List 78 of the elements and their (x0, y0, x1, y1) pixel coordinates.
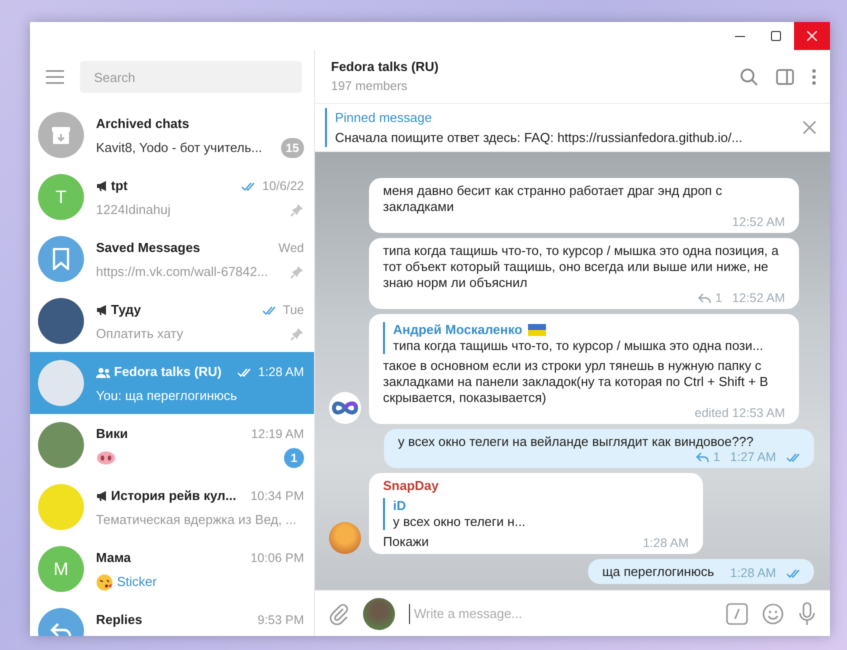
message-time: 12:52 AM (732, 291, 785, 305)
chat-name: Вики (96, 425, 128, 444)
message-text: меня давно бесит как странно работает драг энд дроп с закладками (383, 183, 724, 215)
chat-list-item[interactable]: История рейв кул... 10:34 PM Тематическая вдержка из Вед, ... (30, 476, 314, 538)
chat-preview: Sticker (117, 573, 157, 592)
avatar-letter: T (38, 174, 84, 220)
chat-list-item[interactable]: M Мама 10:06 PM Sticker (30, 538, 314, 600)
chat-name: Replies (96, 611, 142, 630)
chat-name: Archived chats (96, 115, 190, 134)
close-button[interactable] (794, 22, 830, 50)
chat-name: tpt (111, 177, 128, 196)
reply-count: 1 (715, 291, 722, 305)
attach-icon[interactable] (329, 602, 349, 624)
chat-title: Fedora talks (RU) (331, 58, 439, 76)
close-icon (807, 31, 817, 41)
chat-list-item[interactable]: Туду Tue Оплатить хату (30, 290, 314, 352)
chat-preview: Kavit8, Yodo - бот учитель... (96, 139, 262, 158)
sidebar-toggle-icon[interactable] (776, 68, 794, 84)
member-count: 197 members (331, 78, 408, 95)
pinned-label: Pinned message (335, 109, 433, 127)
chat-time: 10/6/22 (262, 178, 304, 195)
reply-quote[interactable]: iD у всех окно телеги н... (383, 498, 689, 530)
chat-name: История рейв кул... (111, 487, 236, 506)
close-icon[interactable] (803, 121, 816, 134)
message-time: 1:27 AM (730, 450, 776, 464)
reply-quote[interactable]: Андрей Москаленко типа когда тащишь что-то, то курсор / мышка это одна пози... (383, 322, 785, 354)
chat-list-item[interactable]: Saved Messages Wed https://m.vk.com/wall-67842... (30, 228, 314, 290)
reply-arrow-icon (698, 292, 712, 304)
avatar-letter: M (38, 546, 84, 592)
chat-time: 1:28 AM (258, 364, 304, 381)
chat-time: Wed (278, 240, 304, 257)
chat-time: 12:19 AM (251, 426, 304, 443)
chat-list-item[interactable]: Replies 9:53 PM (30, 600, 314, 636)
avatar-photo[interactable] (363, 598, 395, 630)
search-field[interactable]: Search (80, 61, 302, 93)
message-text: типа когда тащишь что-то, то курсор / мышка это одна позиция, а тот объект который тащишь, оно всегда или выше или ниже, не знаю норм ли объяснил (383, 243, 780, 291)
reply-text: типа когда тащишь что-то, то курсор / мышка это одна пози... (393, 338, 764, 354)
chat-list-item[interactable]: Archived chats Kavit8, Yodo - бот учитель... 15 (30, 104, 314, 166)
message-text: ща переглогинюсь (602, 564, 714, 580)
message-text: у всех окно телеги на вейланде выглядит как виндовое??? (398, 434, 754, 450)
chat-preview: You: ща переглогинюсь (96, 387, 238, 406)
search-icon[interactable] (740, 68, 758, 86)
commands-icon[interactable] (726, 602, 748, 624)
message-time: 12:52 AM (732, 215, 785, 229)
chat-preview: https://m.vk.com/wall-67842... (96, 263, 268, 282)
message-text: Покажи (383, 534, 429, 550)
reply-author: iD (393, 498, 406, 514)
reply-author: Андрей Москаленко (393, 322, 522, 338)
chat-list-item[interactable]: T tpt 10/6/22 1224Idinahuj (30, 166, 314, 228)
chat-name: Saved Messages (96, 239, 200, 258)
reply-text: у всех окно телеги н... (393, 514, 526, 530)
message-time: 1:28 AM (730, 566, 776, 580)
chat-time: 10:06 PM (250, 550, 304, 567)
emoji-icon[interactable] (762, 602, 784, 624)
pinned-text: Сначала поищите ответ здесь: FAQ: https://russianfedora.github.io/... (335, 128, 744, 147)
reply-arrow-icon (696, 452, 710, 462)
message-text: такое в основном если из строки урл тянешь в нужную папку с закладками на панели закладок(ну та которая по Ctrl + Shift + B скрывается, показывается) (383, 358, 770, 406)
chat-name: Fedora talks (RU) (114, 363, 222, 382)
unread-count-badge: 15 (280, 138, 304, 158)
more-icon[interactable] (812, 68, 816, 84)
message-time: 1:28 AM (642, 536, 689, 550)
message-time: edited 12:53 AM (694, 406, 785, 420)
chat-preview: Оплатить хату (96, 325, 184, 344)
chat-time: 10:34 PM (250, 488, 304, 505)
chat-preview: Тематическая вдержка из Вед, ... (96, 511, 296, 530)
chat-name: Мама (96, 549, 131, 568)
menu-icon[interactable] (46, 70, 64, 84)
unread-count-badge: 1 (284, 448, 304, 468)
pinned-message-bar[interactable]: Pinned message Сначала поищите ответ здесь: FAQ: https://russianfedora.github.io/... (315, 104, 830, 152)
maximize-icon (771, 31, 781, 41)
microphone-icon[interactable] (798, 602, 816, 626)
chat-time: Tue (282, 302, 304, 319)
chat-preview: 1224Idinahuj (96, 201, 170, 220)
chat-name: Туду (111, 301, 141, 320)
chat-time: 9:53 PM (257, 612, 304, 629)
chat-list-item[interactable]: Вики 12:19 AM 1 (30, 414, 314, 476)
message-author: SnapDay (383, 478, 440, 494)
reply-count: 1 (713, 450, 720, 464)
